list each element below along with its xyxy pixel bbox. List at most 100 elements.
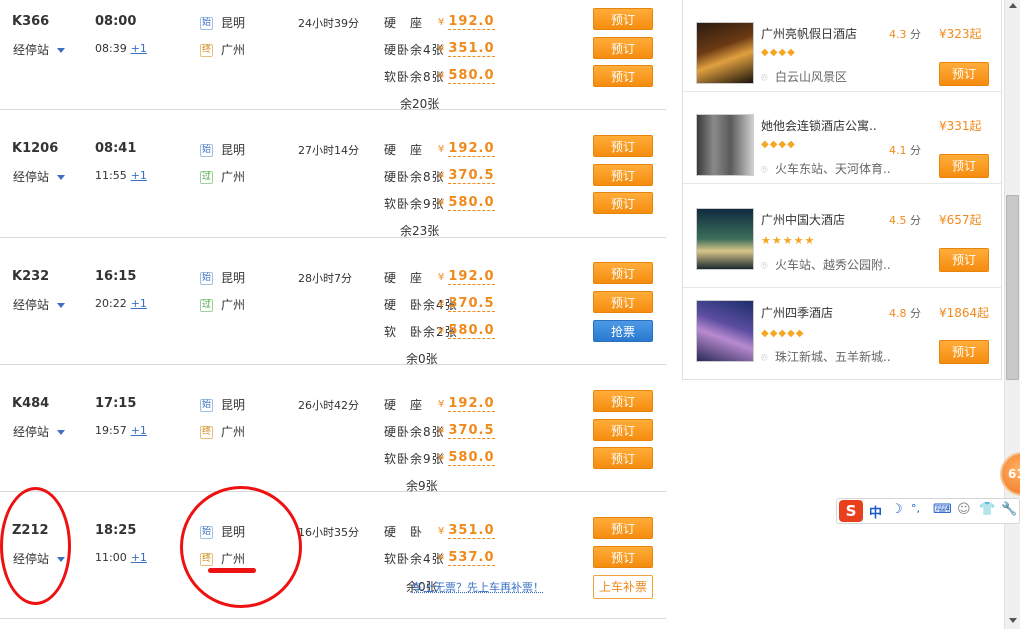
hotel-score: 4.1 分 (889, 144, 921, 157)
start-tag: 始 (200, 272, 213, 285)
book-button[interactable]: 预订 (593, 37, 653, 59)
seat-price[interactable]: ¥580.0 (438, 195, 495, 211)
chinese-mode-icon[interactable]: 中 (869, 502, 882, 521)
book-button[interactable]: 预订 (593, 546, 653, 568)
ime-toolbar[interactable]: S 中 ☽ °, ⌨ ☺ 👕 🔧 (836, 498, 1020, 524)
skin-shirt-icon[interactable]: 👕 (979, 502, 995, 517)
hotel-book-button[interactable]: 预订 (939, 248, 989, 272)
via-stations-toggle[interactable]: 经停站 (13, 423, 66, 440)
train-number[interactable]: K232 (12, 269, 49, 284)
hotel-name[interactable]: 广州中国大酒店 (761, 211, 845, 228)
hotel-card[interactable]: 她他会连锁酒店公寓.. 4.1 分 ¥331起 ◆◆◆◆ ⌾ 火车东站、天河体育.… (683, 92, 1001, 184)
book-button[interactable]: 预订 (593, 262, 653, 284)
sogou-logo-icon[interactable]: S (839, 500, 863, 522)
scroll-down-arrow-icon[interactable] (1009, 618, 1017, 623)
hotel-score: 4.8 分 (889, 307, 921, 320)
chevron-down-icon (57, 175, 66, 180)
duration: 27小时14分 (298, 144, 359, 157)
scroll-up-arrow-icon[interactable] (1009, 3, 1017, 8)
hotel-book-button[interactable]: 预订 (939, 154, 989, 178)
hotel-score: 4.5 分 (889, 214, 921, 227)
seat-price[interactable]: ¥192.0 (438, 396, 495, 412)
hotel-name[interactable]: 广州亮帆假日酒店 (761, 25, 857, 42)
hotel-photo[interactable] (696, 114, 754, 176)
hotel-book-button[interactable]: 预订 (939, 340, 989, 364)
user-icon[interactable]: ☺ (957, 502, 971, 517)
location-pin-icon: ⌾ (761, 71, 768, 84)
seat-price[interactable]: ¥580.0 (438, 450, 495, 466)
book-button[interactable]: 预订 (593, 65, 653, 87)
train-list: K366 经停站 08:00 08:39 +1 始昆明 终广州 24小时39分 硬… (0, 0, 666, 629)
scroll-thumb[interactable] (1006, 195, 1019, 380)
board-supplement-button[interactable]: 上车补票 (593, 575, 653, 599)
train-row: K1206 经停站 08:41 11:55 +1 始昆明 过广州 27小时14分 … (0, 110, 666, 238)
hotel-name[interactable]: 广州四季酒店 (761, 304, 833, 321)
book-button[interactable]: 预订 (593, 419, 653, 441)
punctuation-icon[interactable]: °, (911, 502, 920, 515)
hotel-price: ¥331起 (939, 119, 982, 133)
seat-price[interactable]: ¥370.5 (438, 423, 495, 439)
seat-price[interactable]: ¥370.5 (438, 168, 495, 184)
seat-price[interactable]: ¥192.0 (438, 14, 495, 30)
annotation-underline (208, 568, 256, 573)
seat-price[interactable]: ¥351.0 (438, 523, 495, 539)
location-pin-icon: ⌾ (761, 351, 768, 364)
grab-ticket-button[interactable]: 抢票 (593, 320, 653, 342)
start-tag: 始 (200, 399, 213, 412)
arrival-time: 20:22 +1 (95, 297, 147, 310)
book-button[interactable]: 预订 (593, 8, 653, 30)
seat-type: 硬 座 (384, 143, 424, 157)
hotel-card[interactable]: 广州中国大酒店 4.5 分 ¥657起 ★★★★★ ⌾ 火车站、越秀公园附.. 预… (683, 196, 1001, 288)
arrival-time: 19:57 +1 (95, 424, 147, 437)
wrench-icon[interactable]: 🔧 (1001, 502, 1017, 517)
book-button[interactable]: 预订 (593, 390, 653, 412)
seat-price[interactable]: ¥370.5 (438, 296, 495, 312)
arrival-time: 11:55 +1 (95, 169, 147, 182)
via-stations-toggle[interactable]: 经停站 (13, 168, 66, 185)
seat-type: 硬 座 (384, 271, 424, 285)
hotel-card[interactable]: 广州亮帆假日酒店 4.3 分 ¥323起 ◆◆◆◆ ⌾ 白云山风景区 预订 (683, 0, 1001, 92)
seat-price[interactable]: ¥537.0 (438, 550, 495, 566)
train-number[interactable]: K484 (12, 396, 49, 411)
seat-price[interactable]: ¥192.0 (438, 141, 495, 157)
hotel-photo[interactable] (696, 300, 754, 362)
start-tag: 始 (200, 144, 213, 157)
to-station: 过广州 (200, 298, 246, 312)
book-button[interactable]: 预订 (593, 447, 653, 469)
seat-type: 软卧余4张 (384, 552, 445, 566)
via-stations-toggle[interactable]: 经停站 (13, 41, 66, 58)
seat-type: 软卧余9张 (384, 452, 445, 466)
moon-icon[interactable]: ☽ (891, 502, 903, 517)
book-button[interactable]: 预订 (593, 517, 653, 539)
end-tag: 终 (200, 426, 213, 439)
pass-tag: 过 (200, 171, 213, 184)
train-number[interactable]: K1206 (12, 141, 58, 156)
annotation-circle (180, 486, 302, 608)
book-button[interactable]: 预订 (593, 164, 653, 186)
book-button[interactable]: 预订 (593, 291, 653, 313)
seat-type: 硬卧余8张 (384, 425, 445, 439)
keyboard-icon[interactable]: ⌨ (933, 502, 952, 517)
hotel-name[interactable]: 她他会连锁酒店公寓.. (761, 117, 877, 134)
book-button[interactable]: 预订 (593, 135, 653, 157)
book-button[interactable]: 预订 (593, 192, 653, 214)
floating-badge[interactable]: 61 (1000, 452, 1020, 496)
seat-price[interactable]: ¥192.0 (438, 269, 495, 285)
seat-type: 硬 座 (384, 398, 424, 412)
seat-type: 硬 座 (384, 16, 424, 30)
supplement-notice-link[interactable]: 车上无票？先上车再补票！ (412, 579, 544, 595)
seat-price[interactable]: ¥580.0 (438, 323, 495, 339)
departure-time: 08:41 (95, 141, 137, 156)
hotel-card[interactable]: 广州四季酒店 4.8 分 ¥1864起 ◆◆◆◆◆ ⌾ 珠江新城、五羊新城.. 预… (683, 288, 1001, 380)
to-station: 终广州 (200, 43, 246, 57)
via-stations-toggle[interactable]: 经停站 (13, 296, 66, 313)
seat-price[interactable]: ¥580.0 (438, 68, 495, 84)
train-number[interactable]: K366 (12, 14, 49, 29)
seat-price[interactable]: ¥351.0 (438, 41, 495, 57)
vertical-scrollbar[interactable] (1004, 0, 1020, 629)
hotel-price: ¥323起 (939, 27, 982, 41)
hotel-photo[interactable] (696, 208, 754, 270)
hotel-photo[interactable] (696, 22, 754, 84)
hotel-book-button[interactable]: 预订 (939, 62, 989, 86)
hotel-location: ⌾ 白云山风景区 (761, 70, 848, 84)
